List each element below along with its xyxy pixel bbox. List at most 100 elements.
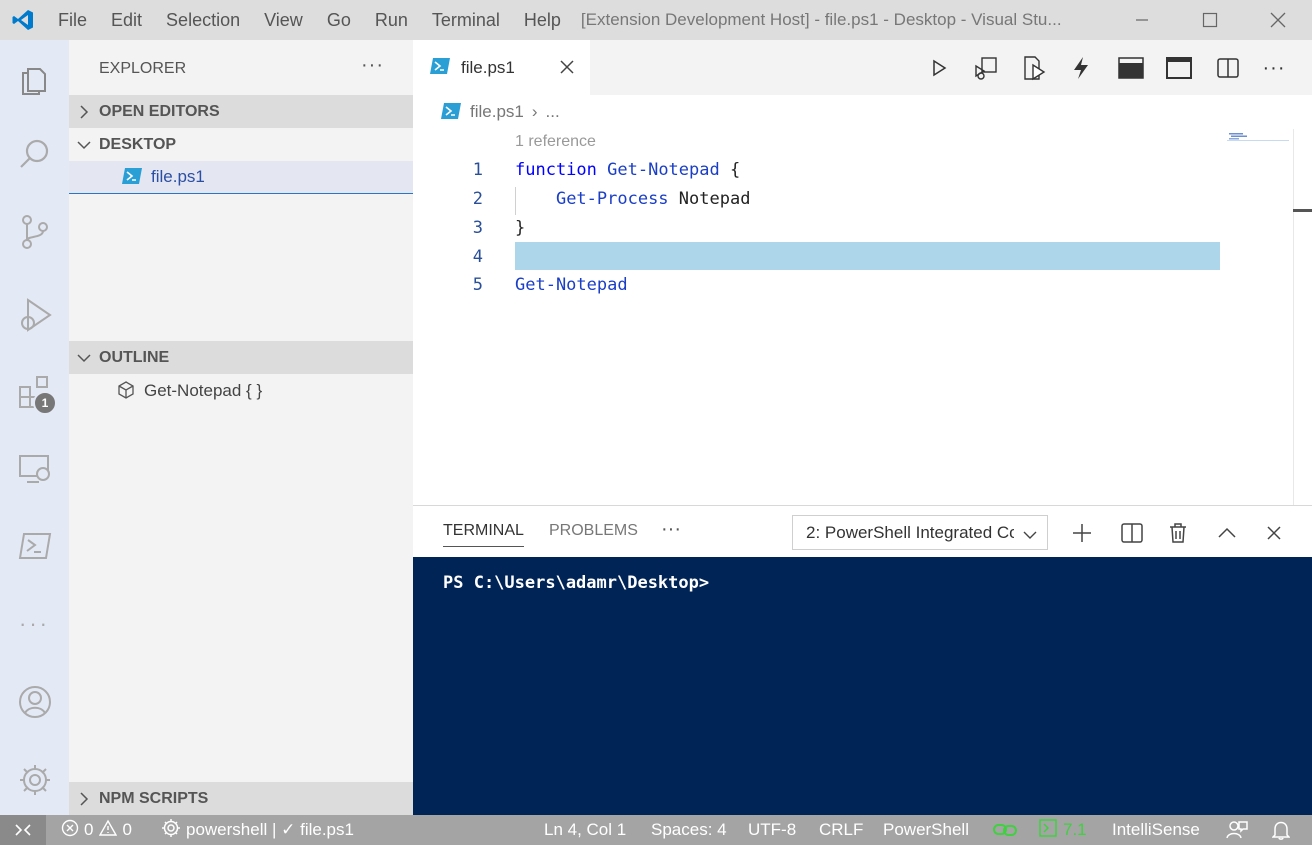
- terminal[interactable]: PS C:\Users\adamr\Desktop>: [413, 557, 1312, 815]
- link-icon[interactable]: [993, 815, 1017, 845]
- settings-gear-icon[interactable]: [0, 750, 69, 810]
- end-of-line[interactable]: CRLF: [819, 815, 863, 845]
- tab-label: file.ps1: [461, 57, 515, 77]
- cursor-position[interactable]: Ln 4, Col 1: [544, 815, 626, 845]
- function-name-token: Get-Notepad: [607, 160, 720, 180]
- terminal-prompt: PS C:\Users\adamr\Desktop>: [443, 573, 710, 593]
- keyword-token: function: [515, 160, 597, 180]
- close-panel-icon[interactable]: [1259, 518, 1289, 548]
- breadcrumb-more[interactable]: ...: [546, 102, 560, 122]
- notifications-bell-icon[interactable]: [1272, 815, 1290, 845]
- new-terminal-icon[interactable]: [1067, 518, 1097, 548]
- split-editor-icon[interactable]: [1213, 53, 1243, 83]
- warning-icon: [99, 819, 118, 842]
- chevron-right-icon: [69, 104, 99, 119]
- line-number: 4: [472, 247, 483, 267]
- error-count: 0: [84, 820, 94, 839]
- remote-explorer-icon[interactable]: [0, 438, 69, 498]
- feedback-icon[interactable]: [1226, 815, 1248, 845]
- maximize-button[interactable]: [1176, 0, 1244, 40]
- indent-token: [515, 189, 556, 209]
- extensions-icon[interactable]: [0, 362, 69, 422]
- code-editor[interactable]: 1 reference 1 2 3 4 5 function Get-Notep…: [413, 129, 1312, 505]
- editor-scrollbar[interactable]: [1293, 129, 1312, 505]
- chevron-down-icon: [69, 353, 99, 363]
- intellisense-status[interactable]: IntelliSense: [1112, 815, 1200, 845]
- layout-icon[interactable]: [1164, 53, 1194, 83]
- section-open-editors[interactable]: OPEN EDITORS: [69, 95, 413, 128]
- section-outline[interactable]: OUTLINE: [69, 341, 413, 374]
- search-icon[interactable]: [0, 124, 69, 184]
- panel-header: TERMINAL PROBLEMS ··· 2: PowerShell Inte…: [413, 505, 1312, 557]
- breadcrumb: file.ps1 › ...: [413, 95, 1312, 129]
- task-label: powershell | ✓ file.ps1: [186, 820, 354, 839]
- lightning-icon[interactable]: [1066, 53, 1096, 83]
- file-label: file.ps1: [151, 167, 205, 186]
- problems-status[interactable]: 0 0: [61, 815, 132, 845]
- sidebar-more-actions[interactable]: ···: [361, 54, 384, 77]
- more-views-icon[interactable]: ···: [0, 594, 69, 654]
- code-line-2: Get-Process Notepad: [515, 189, 750, 209]
- terminal-dropdown-value: 2: PowerShell Integrated Console: [806, 522, 1014, 542]
- task-status[interactable]: powershell | ✓ file.ps1: [161, 815, 354, 845]
- section-npm-scripts[interactable]: NPM SCRIPTS: [69, 782, 413, 815]
- more-actions-icon[interactable]: ···: [1259, 53, 1289, 83]
- outline-label: Get-Notepad { }: [144, 381, 263, 400]
- trash-icon[interactable]: [1163, 518, 1193, 548]
- run-selection-icon[interactable]: [971, 53, 1001, 83]
- menu-view[interactable]: View: [252, 0, 315, 40]
- terminal-dropdown[interactable]: 2: PowerShell Integrated Console: [792, 515, 1048, 550]
- powershell-version[interactable]: 7.1: [1039, 815, 1087, 845]
- menu-terminal[interactable]: Terminal: [420, 0, 512, 40]
- powershell-version-label: 7.1: [1063, 820, 1087, 839]
- minimap[interactable]: [1227, 129, 1289, 141]
- panel-more-icon[interactable]: ···: [661, 518, 681, 541]
- indentation[interactable]: Spaces: 4: [651, 815, 727, 845]
- menu-file[interactable]: File: [46, 0, 99, 40]
- menu-edit[interactable]: Edit: [99, 0, 154, 40]
- breadcrumb-file[interactable]: file.ps1: [470, 102, 524, 122]
- current-line-highlight: [515, 242, 1220, 270]
- file-item-file-ps1[interactable]: file.ps1: [69, 161, 413, 194]
- language-mode[interactable]: PowerShell: [883, 815, 969, 845]
- powershell-icon[interactable]: [0, 516, 69, 576]
- source-control-icon[interactable]: [0, 202, 69, 262]
- title-bar: File Edit Selection View Go Run Terminal…: [0, 0, 1312, 40]
- codelens-references[interactable]: 1 reference: [515, 133, 596, 151]
- error-icon: [61, 819, 79, 842]
- menu-go[interactable]: Go: [315, 0, 363, 40]
- gear-icon: [161, 818, 181, 843]
- menu-selection[interactable]: Selection: [154, 0, 252, 40]
- menu-run[interactable]: Run: [363, 0, 420, 40]
- remote-indicator-icon[interactable]: [0, 815, 46, 845]
- explorer-icon[interactable]: [0, 48, 69, 108]
- section-desktop[interactable]: DESKTOP: [69, 128, 413, 161]
- outline-item[interactable]: Get-Notepad { }: [69, 375, 413, 407]
- section-label: NPM SCRIPTS: [99, 789, 209, 807]
- tab-terminal[interactable]: TERMINAL: [443, 522, 524, 547]
- powershell-file-icon: [121, 167, 143, 188]
- close-tab-icon[interactable]: [556, 56, 578, 81]
- scrollbar-cursor-marker: [1293, 209, 1312, 212]
- tab-file-ps1[interactable]: file.ps1: [413, 40, 590, 95]
- toggle-panel-icon[interactable]: [1116, 53, 1146, 83]
- encoding[interactable]: UTF-8: [748, 815, 796, 845]
- menu-help[interactable]: Help: [512, 0, 573, 40]
- maximize-panel-icon[interactable]: [1212, 518, 1242, 548]
- accounts-icon[interactable]: [0, 672, 69, 732]
- window-title: [Extension Development Host] - file.ps1 …: [580, 10, 1062, 29]
- warning-count: 0: [122, 820, 132, 839]
- split-terminal-icon[interactable]: [1117, 518, 1147, 548]
- line-number: 5: [472, 275, 483, 295]
- close-window-button[interactable]: [1244, 0, 1312, 40]
- argument-token: Notepad: [668, 189, 751, 209]
- run-file-icon[interactable]: [1019, 53, 1049, 83]
- section-label: OUTLINE: [99, 348, 170, 366]
- code-line-3: }: [515, 218, 526, 238]
- run-icon[interactable]: [924, 53, 954, 83]
- run-debug-icon[interactable]: [0, 285, 69, 345]
- chevron-down-icon: [1023, 526, 1037, 546]
- activity-bar: 1 ···: [0, 40, 69, 815]
- minimize-button[interactable]: [1108, 0, 1176, 40]
- tab-problems[interactable]: PROBLEMS: [549, 522, 638, 540]
